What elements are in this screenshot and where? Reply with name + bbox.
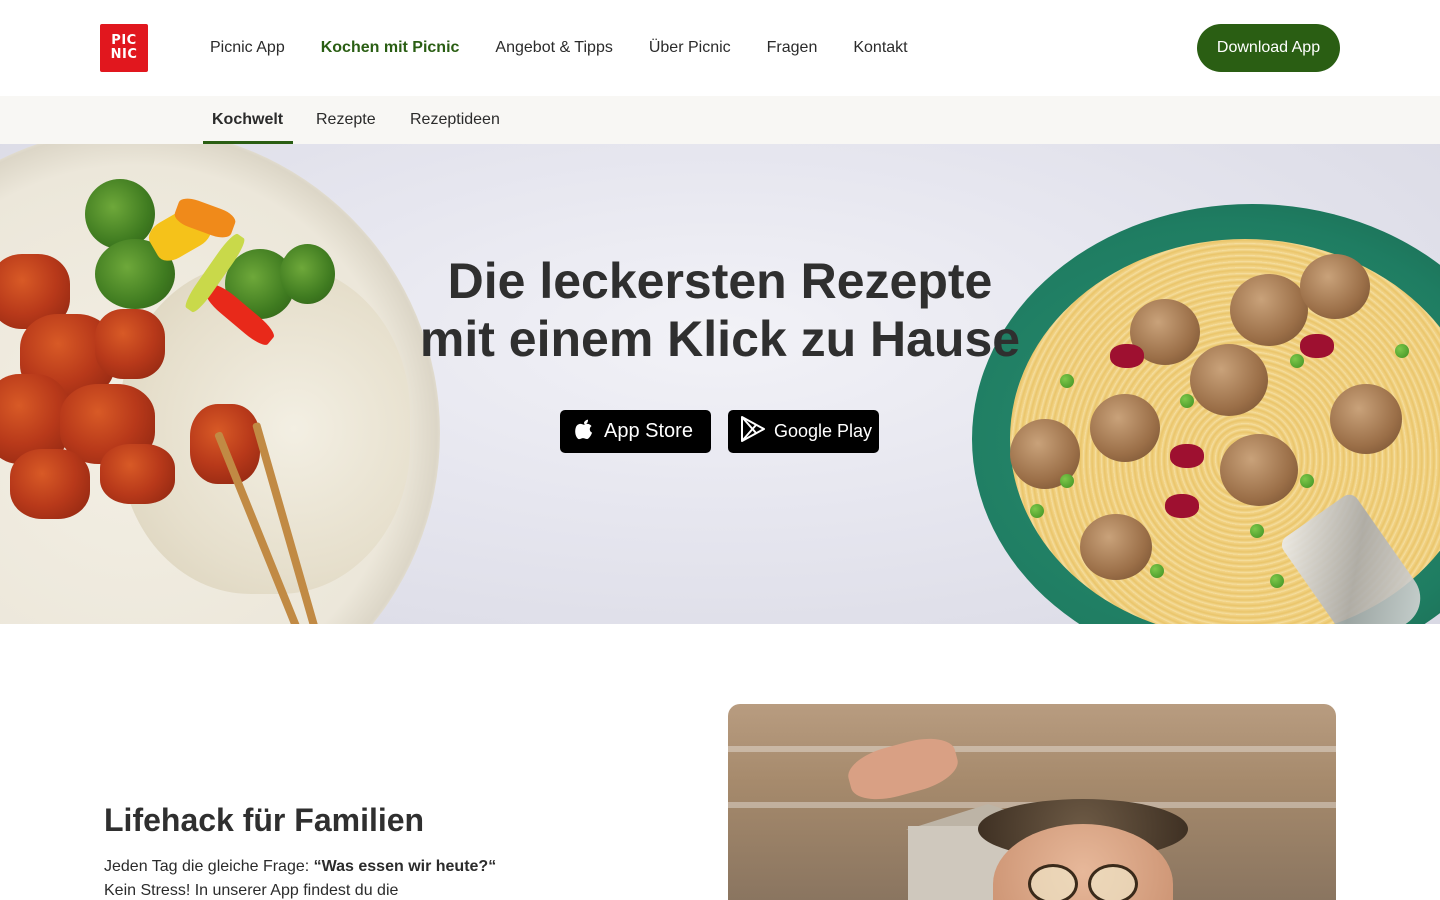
section-text-question: “Was essen wir heute?“ (313, 858, 497, 875)
hero-title: Die leckersten Rezepte mit einem Klick z… (380, 252, 1060, 368)
app-store-label: App Store (604, 420, 693, 442)
app-store-button[interactable]: App Store (560, 410, 711, 453)
nav-item-kochen-mit-picnic[interactable]: Kochen mit Picnic (321, 36, 460, 60)
section-text: Jeden Tag die gleiche Frage: “Was essen … (104, 855, 504, 900)
logo-line-2: NIC (110, 47, 138, 62)
nav-item-fragen[interactable]: Fragen (767, 36, 818, 60)
download-app-button[interactable]: Download App (1197, 24, 1340, 72)
nav-item-ueber-picnic[interactable]: Über Picnic (649, 36, 731, 60)
tab-rezepte[interactable]: Rezepte (316, 96, 376, 144)
tab-kochwelt[interactable]: Kochwelt (212, 96, 283, 144)
section-text-prefix: Jeden Tag die gleiche Frage: (104, 858, 314, 875)
apple-icon (572, 416, 596, 448)
google-play-label: Google Play (774, 421, 873, 441)
nav-item-angebot-tipps[interactable]: Angebot & Tipps (495, 36, 612, 60)
main-nav: Picnic App Kochen mit Picnic Angebot & T… (210, 36, 944, 60)
tab-rezeptideen[interactable]: Rezeptideen (410, 96, 500, 144)
nav-item-picnic-app[interactable]: Picnic App (210, 36, 285, 60)
site-header: PIC NIC Picnic App Kochen mit Picnic Ang… (0, 0, 1440, 96)
sub-nav: Kochwelt Rezepte Rezeptideen (0, 96, 1440, 144)
hero-title-line-2: mit einem Klick zu Hause (419, 311, 1021, 367)
hero-banner: Die leckersten Rezepte mit einem Klick z… (0, 144, 1440, 624)
google-play-button[interactable]: Google Play (728, 410, 879, 453)
logo-line-1: PIC (111, 33, 137, 48)
section-title: Lifehack für Familien (104, 802, 425, 838)
play-store-icon (740, 415, 766, 448)
hero-title-line-1: Die leckersten Rezepte (447, 253, 993, 309)
nav-item-kontakt[interactable]: Kontakt (853, 36, 907, 60)
section-text-suffix: Kein Stress! In unserer App findest du d… (104, 882, 399, 899)
picnic-logo[interactable]: PIC NIC (100, 24, 148, 72)
lifehack-video-card[interactable] (728, 704, 1336, 900)
